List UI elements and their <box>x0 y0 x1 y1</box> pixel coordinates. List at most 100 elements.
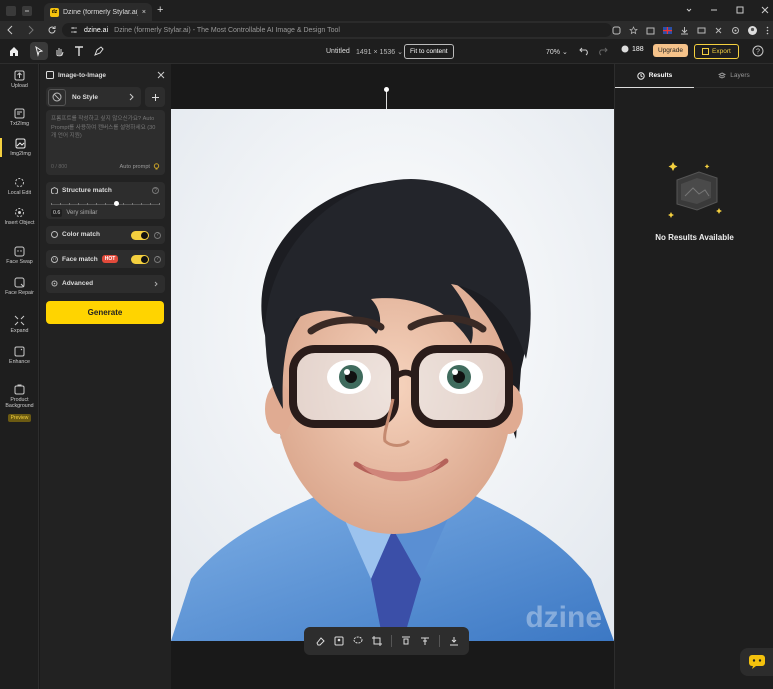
credits-display[interactable]: 188 <box>621 45 644 53</box>
advanced-row[interactable]: Advanced <box>46 275 165 293</box>
auto-prompt-button[interactable]: Auto prompt <box>120 163 160 170</box>
document-name[interactable]: Untitled <box>326 48 350 55</box>
flag-icon[interactable] <box>663 26 672 35</box>
rail-item-face-repair[interactable]: Face Repair <box>0 277 39 296</box>
toolbar-divider <box>438 635 440 647</box>
browser-tab[interactable]: dz Dzine (formerly Stylar.ai) - The × <box>44 3 152 21</box>
maximize-icon[interactable] <box>735 5 745 15</box>
color-match-toggle[interactable] <box>131 230 149 240</box>
face-match-info-icon[interactable]: ? <box>154 255 161 263</box>
settings-icon[interactable] <box>731 26 740 35</box>
canvas-dimensions[interactable]: 1491 × 1536 ⌄ <box>356 48 403 56</box>
crop-icon[interactable] <box>371 636 382 646</box>
extensions-icon[interactable] <box>714 26 723 35</box>
fit-to-content-button[interactable]: Fit to content <box>404 44 454 59</box>
tab-results[interactable]: Results <box>615 64 694 88</box>
download-icon[interactable] <box>449 636 459 646</box>
browser-extensions <box>612 24 770 36</box>
tab-title: Dzine (formerly Stylar.ai) - The <box>63 8 138 16</box>
star-icon[interactable] <box>629 25 638 35</box>
redo-icon[interactable] <box>597 46 609 56</box>
more-menu-icon[interactable] <box>765 26 770 35</box>
add-style-button[interactable] <box>145 87 165 107</box>
undo-icon[interactable] <box>578 46 590 56</box>
back-icon[interactable] <box>5 24 15 36</box>
eraser-icon[interactable] <box>315 636 325 646</box>
lasso-icon[interactable] <box>353 636 363 646</box>
style-selector[interactable]: No Style <box>46 87 141 107</box>
close-panel-icon[interactable] <box>157 71 165 79</box>
empty-results-text: No Results Available <box>655 233 734 242</box>
rail-item-expand[interactable]: Expand <box>0 315 39 334</box>
watermark: dzine <box>525 601 602 634</box>
color-match-info-icon[interactable]: ? <box>154 231 161 239</box>
advanced-header: Advanced <box>51 280 93 287</box>
url-bar[interactable]: dzine.ai Dzine (formerly Stylar.ai) - Th… <box>62 23 612 37</box>
tool-rail: Upload Txt2Img Img2Img Local Edit Insert… <box>0 64 39 689</box>
screen-cast-icon[interactable] <box>697 26 706 35</box>
pen-tool-icon[interactable] <box>90 42 108 60</box>
face-match-toggle[interactable] <box>131 254 149 264</box>
home-icon[interactable] <box>5 42 23 60</box>
align-top-icon[interactable] <box>401 636 411 646</box>
face-match-row: Face match HOT ? <box>46 250 165 268</box>
img2img-icon <box>46 71 54 79</box>
chat-support-button[interactable] <box>740 648 773 676</box>
empty-results-icon <box>663 158 725 220</box>
enhance-icon <box>14 346 25 357</box>
select-person-icon[interactable] <box>334 636 344 646</box>
results-panel: Results Layers No Results Available <box>614 64 773 689</box>
align-center-icon[interactable] <box>420 636 430 646</box>
install-app-icon[interactable] <box>612 26 621 35</box>
expand-icon <box>14 315 25 326</box>
rail-item-local-edit[interactable]: Local Edit <box>0 177 39 196</box>
extension-icon[interactable] <box>646 26 655 35</box>
rail-item-upload[interactable]: Upload <box>0 70 39 89</box>
close-tab-icon[interactable]: × <box>142 9 146 16</box>
forward-icon[interactable] <box>26 24 36 36</box>
chevron-down-icon[interactable] <box>684 5 694 15</box>
hand-tool-icon[interactable] <box>50 42 68 60</box>
upgrade-button[interactable]: Upgrade <box>653 44 688 57</box>
text-tool-icon[interactable] <box>70 42 88 60</box>
face-repair-icon <box>14 277 25 288</box>
rotate-handle-line <box>386 89 387 109</box>
prompt-box[interactable]: 프롬프트를 작성하고 싶지 않으신가요? Auto Prompt를 사용하여 캔… <box>46 110 165 175</box>
avatar[interactable] <box>748 25 757 35</box>
new-tab-button[interactable]: + <box>157 4 163 16</box>
rotate-handle[interactable] <box>384 87 389 92</box>
download-icon[interactable] <box>680 26 689 35</box>
rail-item-enhance[interactable]: Enhance <box>0 346 39 365</box>
site-info-icon[interactable] <box>70 26 78 34</box>
generate-button[interactable]: Generate <box>46 301 164 324</box>
canvas-image[interactable]: dzine <box>171 109 614 641</box>
url-domain: dzine.ai <box>84 26 109 34</box>
rail-label: Face Swap <box>6 259 33 265</box>
rail-item-product-background[interactable]: Product Background Preview <box>0 384 39 422</box>
face-swap-icon <box>14 246 25 257</box>
structure-info-icon[interactable]: ? <box>152 187 159 194</box>
rail-label: Local Edit <box>7 190 32 196</box>
close-window-icon[interactable] <box>760 5 770 15</box>
minimize-icon[interactable] <box>709 5 719 15</box>
export-button[interactable]: Export <box>694 44 739 59</box>
zoom-select[interactable]: 70% ⌄ <box>546 48 568 56</box>
rail-item-face-swap[interactable]: Face Swap <box>0 246 39 265</box>
panel-title: Image-to-Image <box>58 71 107 79</box>
dimensions-text: 1491 × 1536 <box>356 49 396 56</box>
face-icon <box>51 255 58 263</box>
zoom-value: 70% <box>546 49 561 56</box>
toolbar-divider <box>390 635 392 647</box>
help-icon[interactable]: ? <box>752 45 764 57</box>
select-tool-icon[interactable] <box>30 42 48 60</box>
tab-layers[interactable]: Layers <box>694 64 773 88</box>
rail-item-insert-object[interactable]: Insert Object <box>0 207 39 226</box>
history-icon <box>637 71 645 80</box>
profile-icon[interactable] <box>6 5 36 17</box>
slider-handle[interactable] <box>113 201 119 206</box>
rail-item-img2img[interactable]: Img2Img <box>0 138 39 158</box>
structure-slider[interactable] <box>51 201 160 206</box>
rail-item-txt2img[interactable]: Txt2Img <box>0 108 39 127</box>
chat-icon <box>748 655 765 669</box>
reload-icon[interactable] <box>47 24 57 36</box>
